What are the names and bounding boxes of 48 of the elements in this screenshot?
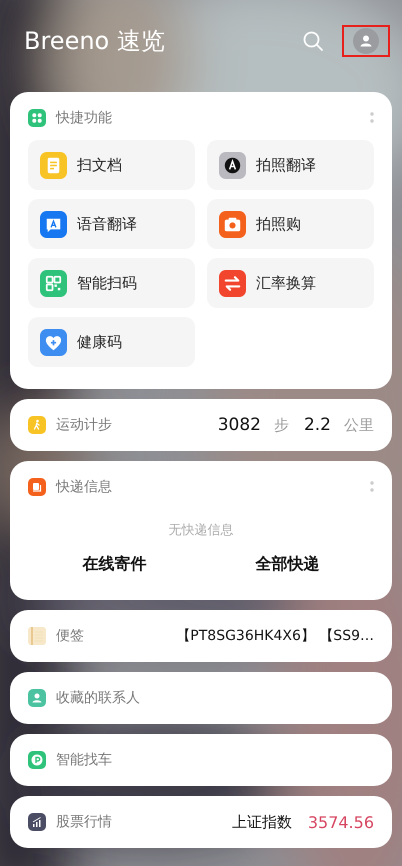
card-title: 股票行情 (56, 813, 113, 831)
express-action-button[interactable]: 在线寄件 (28, 553, 201, 576)
index-name: 上证指数 (232, 812, 292, 832)
function-tile[interactable]: 语音翻译 (28, 199, 195, 249)
card-title: 便签 (56, 627, 85, 645)
speech-bubble-icon (40, 210, 67, 238)
distance-value: 2.2 (304, 415, 331, 435)
app-title: Breeno 速览 (24, 26, 166, 57)
step-count: 3082 (218, 415, 261, 435)
step-unit: 步 (274, 416, 289, 434)
note-preview: 【PT8SG36HK4X6】 【SS9… (176, 627, 374, 645)
distance-unit: 公里 (344, 416, 374, 434)
function-tile[interactable]: 拍照购 (207, 199, 374, 249)
more-menu-icon[interactable] (370, 480, 374, 494)
more-menu-icon[interactable] (370, 111, 374, 125)
person-icon (28, 689, 46, 707)
function-tile[interactable]: 扫文档 (28, 140, 195, 190)
function-tile[interactable]: 拍照翻译 (207, 140, 374, 190)
express-action-button[interactable]: 全部快递 (201, 553, 374, 576)
notepad-icon (28, 627, 46, 645)
camera-icon (219, 210, 246, 238)
qr-code-icon (40, 270, 67, 296)
card-title: 运动计步 (56, 416, 113, 434)
card-title: 快递信息 (56, 478, 113, 496)
search-icon[interactable] (302, 30, 324, 52)
walking-person-icon (28, 416, 46, 434)
function-tile[interactable]: 健康码 (28, 317, 195, 367)
stock-card[interactable]: 股票行情 上证指数 3574.56 (10, 796, 392, 848)
bar-chart-icon (28, 813, 46, 831)
letter-a-icon (219, 152, 246, 178)
notes-card[interactable]: 便签 【PT8SG36HK4X6】 【SS9… (10, 610, 392, 662)
function-tile[interactable]: 汇率换算 (207, 258, 374, 308)
card-title: 收藏的联系人 (56, 689, 141, 707)
card-title: 智能找车 (56, 751, 113, 769)
four-dots-icon (28, 109, 46, 127)
exchange-arrows-icon (219, 270, 246, 296)
document-icon (40, 152, 67, 178)
package-icon (28, 478, 46, 496)
function-tile[interactable]: 智能扫码 (28, 258, 195, 308)
profile-button[interactable] (342, 25, 390, 57)
card-title: 快捷功能 (56, 109, 113, 127)
parking-icon (28, 751, 46, 769)
contacts-card[interactable]: 收藏的联系人 (10, 672, 392, 724)
index-value: 3574.56 (308, 812, 374, 832)
heart-plus-icon (40, 328, 67, 356)
find-car-card[interactable]: 智能找车 (10, 734, 392, 786)
empty-message: 无快递信息 (168, 522, 234, 539)
step-counter-card[interactable]: 运动计步 3082 步 2.2 公里 (10, 399, 392, 451)
